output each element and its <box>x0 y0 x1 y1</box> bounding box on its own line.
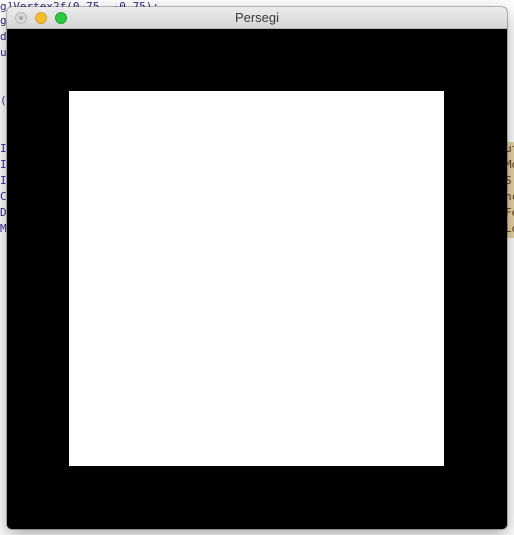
app-window: Persegi <box>7 7 507 529</box>
window-title: Persegi <box>234 10 280 25</box>
white-square <box>69 91 444 466</box>
code-line: d <box>0 30 7 43</box>
title-bar[interactable]: Persegi <box>7 7 507 29</box>
opengl-canvas[interactable] <box>7 29 507 529</box>
